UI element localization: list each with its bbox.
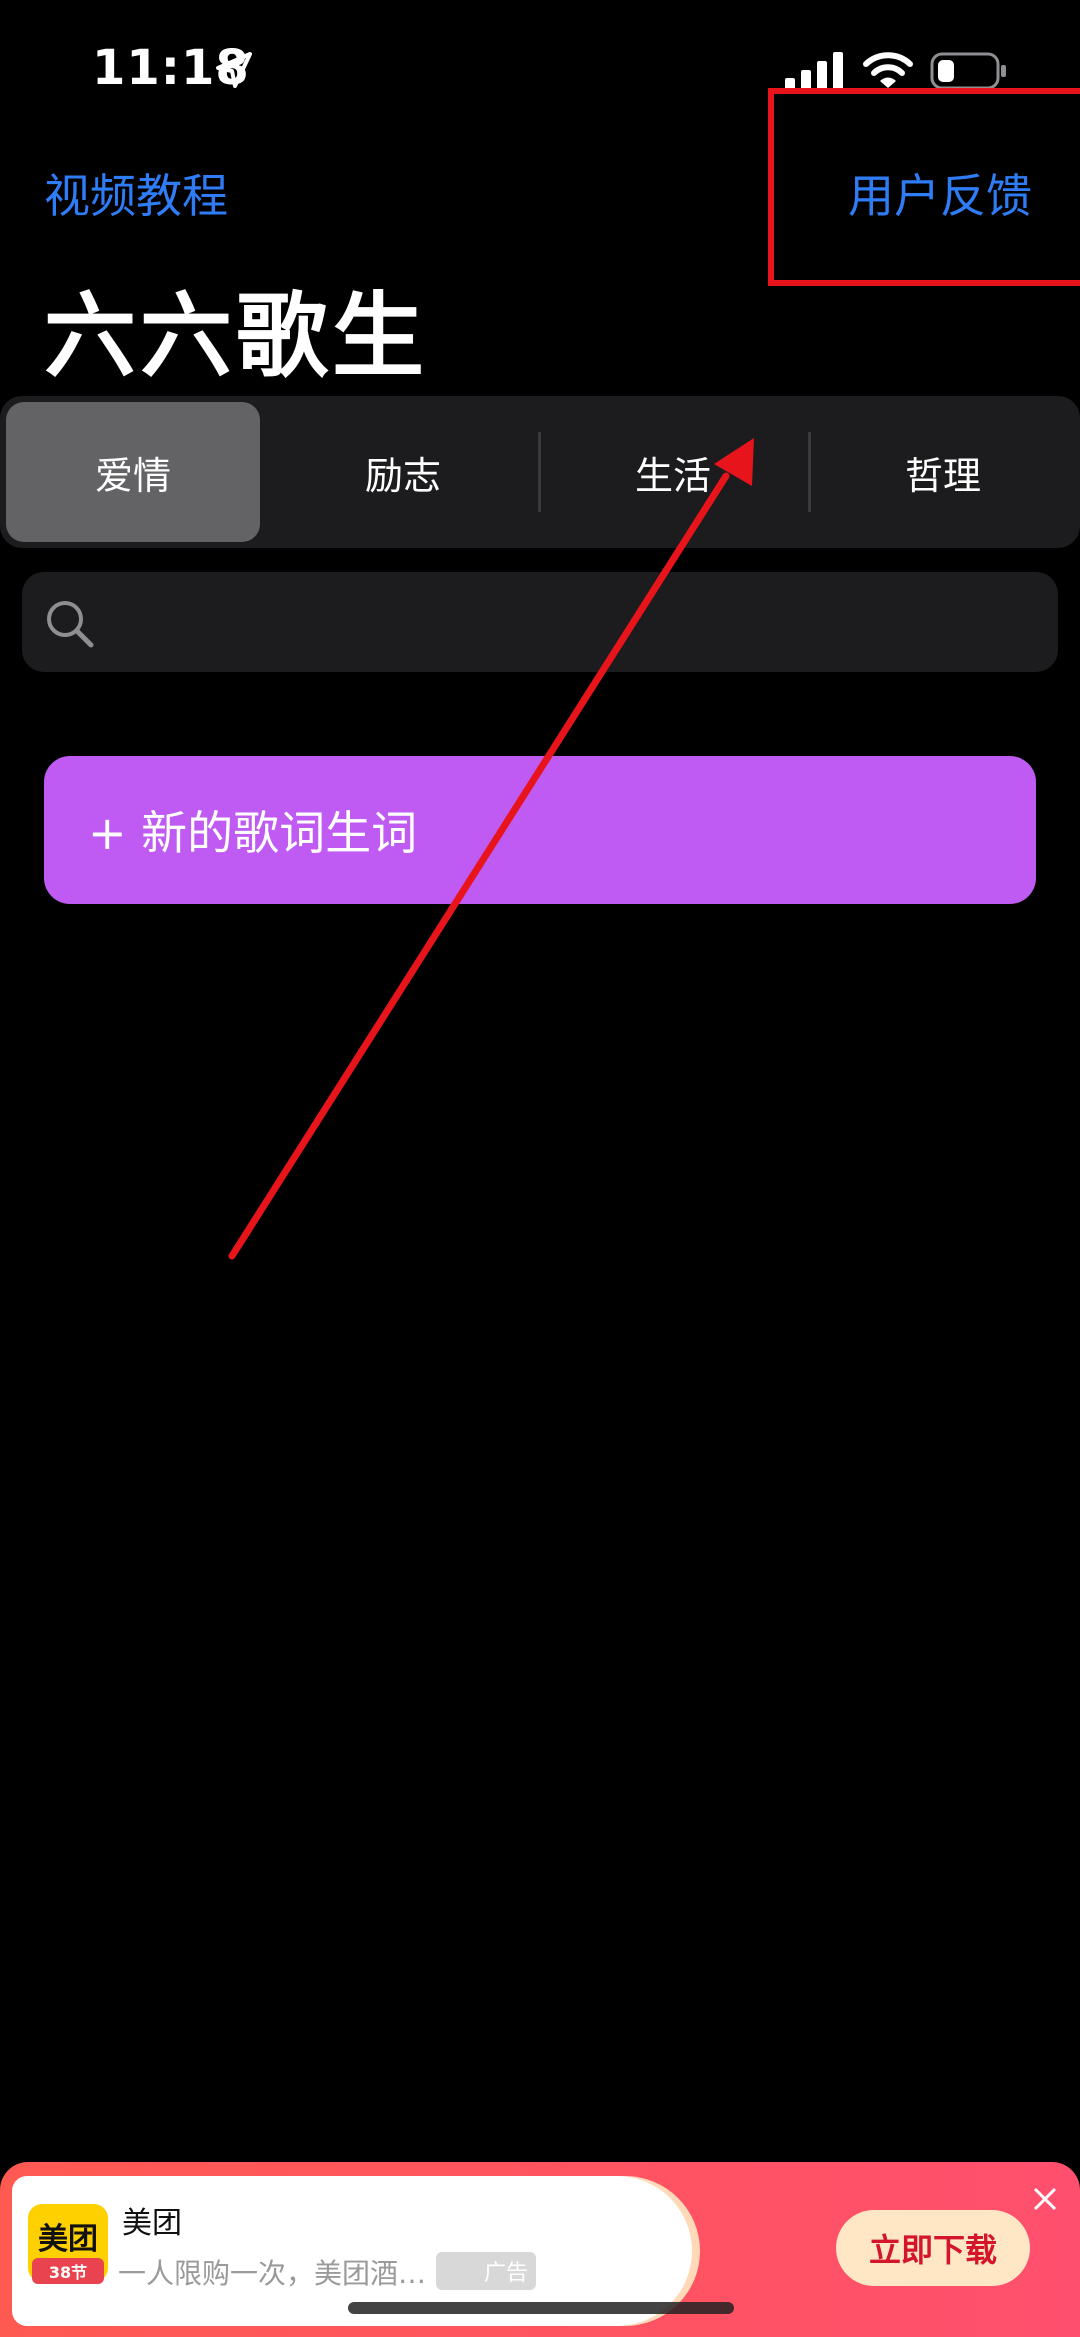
segment-divider: [808, 432, 811, 512]
cellular-signal-icon: [785, 52, 843, 90]
ad-title: 美团: [122, 2206, 182, 2241]
ad-tag: 广告: [436, 2252, 536, 2290]
annotation-highlight-box: [768, 88, 1080, 286]
search-bar[interactable]: [22, 572, 1058, 672]
battery-icon: [930, 52, 1006, 90]
ad-description: 一人限购一次，美团酒…: [118, 2257, 427, 2290]
segment-love[interactable]: 爱情: [6, 402, 260, 542]
segment-philosophy[interactable]: 哲理: [816, 402, 1070, 542]
download-now-button[interactable]: 立即下载: [836, 2210, 1030, 2286]
category-segmented-control: 爱情 励志 生活 哲理: [0, 396, 1080, 548]
search-icon: [47, 601, 94, 648]
page-title: 六六歌生: [44, 283, 429, 390]
video-tutorial-link[interactable]: 视频教程: [44, 160, 228, 226]
location-arrow-icon: [216, 52, 252, 88]
search-input[interactable]: [112, 594, 1016, 652]
segment-divider: [538, 432, 541, 512]
logo-badge: 38节: [32, 2258, 104, 2284]
segment-life[interactable]: 生活: [546, 402, 800, 542]
segment-inspiration[interactable]: 励志: [276, 402, 530, 542]
close-icon[interactable]: [1032, 2186, 1058, 2212]
home-indicator: [348, 2302, 734, 2314]
new-lyrics-button[interactable]: + 新的歌词生词: [44, 756, 1036, 904]
wifi-icon: [863, 52, 913, 88]
